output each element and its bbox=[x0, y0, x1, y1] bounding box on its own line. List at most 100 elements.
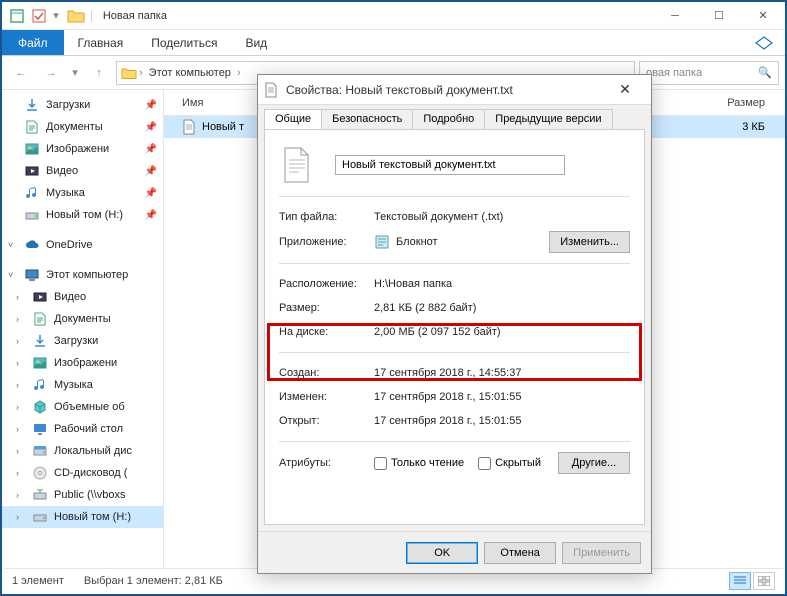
nav-label: Изображени bbox=[54, 357, 117, 369]
nav-label: Локальный дис bbox=[54, 445, 132, 457]
nav-item[interactable]: › Локальный дис bbox=[2, 440, 163, 462]
value-type: Текстовый документ (.txt) bbox=[374, 211, 630, 223]
ribbon-help-icon[interactable] bbox=[743, 30, 785, 55]
nav-label: Рабочий стол bbox=[54, 423, 123, 435]
nav-item[interactable]: ˅ OneDrive bbox=[2, 234, 163, 256]
qat-dropdown-icon[interactable]: ▾ bbox=[50, 5, 62, 27]
nav-pane[interactable]: Загрузки📌Документы📌Изображени📌Видео📌Музы… bbox=[2, 90, 164, 572]
nav-item[interactable]: ›Видео bbox=[2, 286, 163, 308]
dialog-titlebar[interactable]: Свойства: Новый текстовый документ.txt ✕ bbox=[258, 75, 651, 105]
nav-item[interactable]: ›Загрузки bbox=[2, 330, 163, 352]
nav-item[interactable]: Музыка📌 bbox=[2, 182, 163, 204]
nav-label: OneDrive bbox=[46, 239, 92, 251]
close-button[interactable]: ✕ bbox=[741, 2, 785, 30]
titlebar: ▾ | Новая папка ─ ☐ ✕ bbox=[2, 2, 785, 30]
view-details-button[interactable] bbox=[729, 572, 751, 590]
up-button[interactable]: ↑ bbox=[86, 60, 112, 86]
filename-input[interactable] bbox=[335, 155, 565, 175]
cube-icon bbox=[32, 399, 48, 415]
tab-details[interactable]: Подробно bbox=[412, 109, 485, 129]
value-ondisk: 2,00 МБ (2 097 152 байт) bbox=[374, 326, 630, 338]
tab-home[interactable]: Главная bbox=[64, 30, 138, 55]
value-accessed: 17 сентября 2018 г., 15:01:55 bbox=[374, 415, 630, 427]
nav-item[interactable]: ›Новый том (H:) bbox=[2, 506, 163, 528]
ok-button[interactable]: OK bbox=[406, 542, 478, 564]
dialog-tabs: Общие Безопасность Подробно Предыдущие в… bbox=[258, 105, 651, 129]
chevron-icon[interactable]: › bbox=[16, 314, 19, 324]
nav-item[interactable]: › Public (\\vboxs bbox=[2, 484, 163, 506]
chevron-icon[interactable]: › bbox=[16, 424, 19, 434]
video-icon bbox=[24, 163, 40, 179]
back-button[interactable]: ← bbox=[8, 60, 34, 86]
nav-label: Public (\\vboxs bbox=[54, 489, 126, 501]
tab-previous[interactable]: Предыдущие версии bbox=[484, 109, 612, 129]
file-size: 3 КБ bbox=[654, 121, 785, 133]
forward-button[interactable]: → bbox=[38, 60, 64, 86]
nav-item[interactable]: › Рабочий стол bbox=[2, 418, 163, 440]
nav-item[interactable]: Документы📌 bbox=[2, 116, 163, 138]
pin-icon: 📌 bbox=[145, 100, 157, 111]
readonly-checkbox[interactable]: Только чтение bbox=[374, 457, 464, 470]
doc-icon bbox=[32, 311, 48, 327]
chevron-icon[interactable]: › bbox=[16, 402, 19, 412]
folder-icon bbox=[66, 6, 86, 26]
nav-item[interactable]: Загрузки📌 bbox=[2, 94, 163, 116]
apply-button[interactable]: Применить bbox=[562, 542, 641, 564]
status-selection: Выбран 1 элемент: 2,81 КБ bbox=[84, 575, 223, 587]
nav-item[interactable]: Новый том (H:)📌 bbox=[2, 204, 163, 226]
col-size[interactable]: Размер bbox=[654, 97, 785, 109]
chevron-icon[interactable]: › bbox=[16, 336, 19, 346]
nav-label: Изображени bbox=[46, 143, 109, 155]
qat-check-icon[interactable] bbox=[28, 5, 50, 27]
nav-item[interactable]: ›CD-дисковод ( bbox=[2, 462, 163, 484]
chevron-icon[interactable]: › bbox=[16, 380, 19, 390]
value-created: 17 сентября 2018 г., 14:55:37 bbox=[374, 367, 630, 379]
tab-general[interactable]: Общие bbox=[264, 109, 322, 129]
change-app-button[interactable]: Изменить... bbox=[549, 231, 630, 253]
chevron-icon[interactable]: › bbox=[16, 358, 19, 368]
file-tab[interactable]: Файл bbox=[2, 30, 64, 55]
search-icon: 🔍 bbox=[758, 66, 772, 79]
tab-share[interactable]: Поделиться bbox=[137, 30, 231, 55]
nav-item[interactable]: › Объемные об bbox=[2, 396, 163, 418]
search-placeholder: овая папка bbox=[646, 67, 702, 79]
tab-security[interactable]: Безопасность bbox=[321, 109, 413, 129]
window-title: Новая папка bbox=[103, 10, 653, 22]
pc-icon bbox=[24, 267, 40, 283]
cd-icon bbox=[32, 465, 48, 481]
chevron-icon[interactable]: › bbox=[16, 490, 19, 500]
tab-view[interactable]: Вид bbox=[231, 30, 281, 55]
chevron-icon[interactable]: › bbox=[16, 446, 19, 456]
nav-item[interactable]: ˅Этот компьютер bbox=[2, 264, 163, 286]
nav-item[interactable]: Изображени📌 bbox=[2, 138, 163, 160]
breadcrumb-item[interactable]: Этот компьютер bbox=[145, 67, 235, 79]
other-attrs-button[interactable]: Другие... bbox=[558, 452, 630, 474]
nav-item[interactable]: › Изображени bbox=[2, 352, 163, 374]
title-separator: | bbox=[86, 10, 97, 22]
video-icon bbox=[32, 289, 48, 305]
notepad-icon bbox=[374, 234, 390, 250]
hidden-checkbox[interactable]: Скрытый bbox=[478, 457, 541, 470]
label-ondisk: На диске: bbox=[279, 326, 374, 338]
chevron-icon[interactable]: › bbox=[16, 468, 19, 478]
doc-icon bbox=[24, 119, 40, 135]
file-big-icon bbox=[279, 144, 315, 186]
qat-properties-icon[interactable] bbox=[6, 5, 28, 27]
chevron-icon[interactable]: ˅ bbox=[8, 270, 13, 280]
value-app: Блокнот bbox=[396, 236, 549, 248]
nav-label: Объемные об bbox=[54, 401, 125, 413]
recent-dropdown[interactable]: ▾ bbox=[68, 60, 82, 86]
chevron-icon[interactable]: › bbox=[16, 512, 19, 522]
cancel-button[interactable]: Отмена bbox=[484, 542, 556, 564]
dialog-close-button[interactable]: ✕ bbox=[605, 81, 645, 98]
search-box[interactable]: овая папка 🔍 bbox=[639, 61, 779, 85]
chevron-icon[interactable]: ˅ bbox=[8, 240, 13, 250]
view-icons-button[interactable] bbox=[753, 572, 775, 590]
nav-item[interactable]: Видео📌 bbox=[2, 160, 163, 182]
nav-item[interactable]: ›Музыка bbox=[2, 374, 163, 396]
maximize-button[interactable]: ☐ bbox=[697, 2, 741, 30]
status-count: 1 элемент bbox=[12, 575, 64, 587]
minimize-button[interactable]: ─ bbox=[653, 2, 697, 30]
chevron-icon[interactable]: › bbox=[16, 292, 19, 302]
nav-item[interactable]: ›Документы bbox=[2, 308, 163, 330]
